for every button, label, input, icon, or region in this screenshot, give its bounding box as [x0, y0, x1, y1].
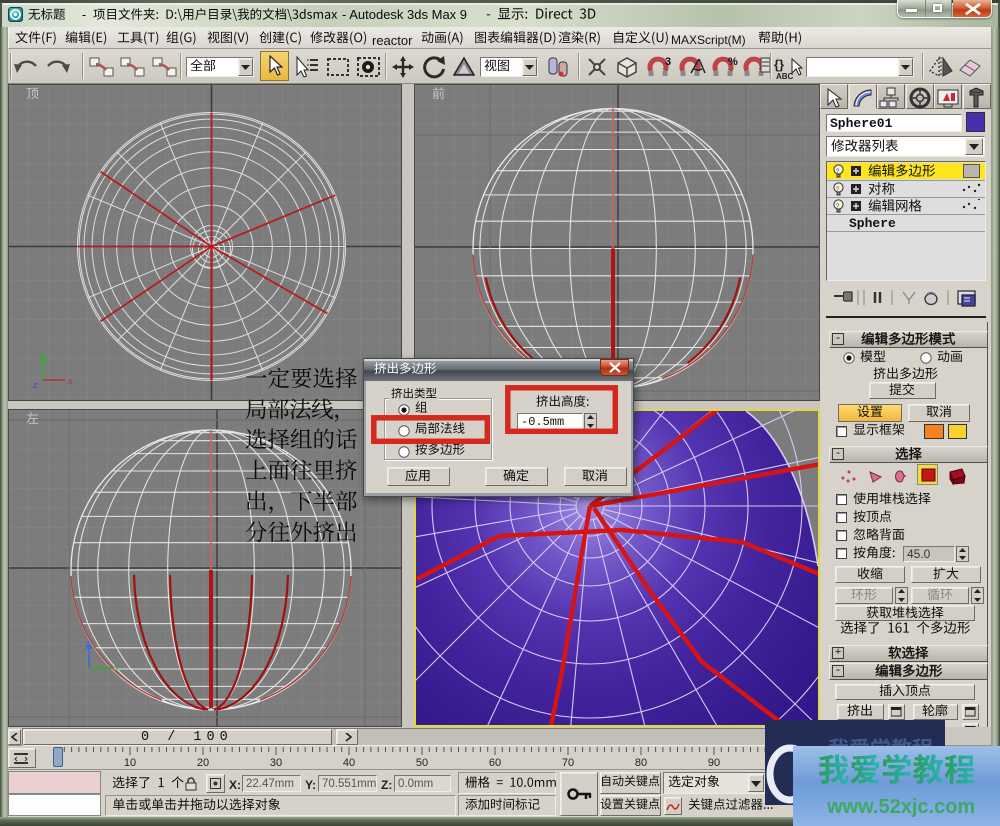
svg-text:ABC: ABC: [776, 72, 794, 81]
svg-text:30: 30: [270, 757, 282, 769]
svg-text:60: 60: [489, 757, 501, 769]
svg-text:3: 3: [665, 56, 671, 68]
svg-text:40: 40: [343, 757, 355, 769]
svg-text:Y: Y: [39, 350, 45, 360]
svg-text:50: 50: [416, 757, 428, 769]
svg-text:z: z: [85, 638, 90, 648]
svg-text:70: 70: [562, 757, 574, 769]
svg-text:{}: {}: [774, 57, 784, 72]
svg-text:90: 90: [708, 757, 720, 769]
svg-text:Y: Y: [114, 664, 120, 674]
svg-text:80: 80: [635, 757, 647, 769]
svg-text:20: 20: [197, 757, 209, 769]
svg-text:10: 10: [124, 757, 136, 769]
svg-text:x: x: [68, 376, 73, 386]
svg-text:z: z: [33, 380, 38, 390]
svg-text:%: %: [728, 56, 738, 68]
